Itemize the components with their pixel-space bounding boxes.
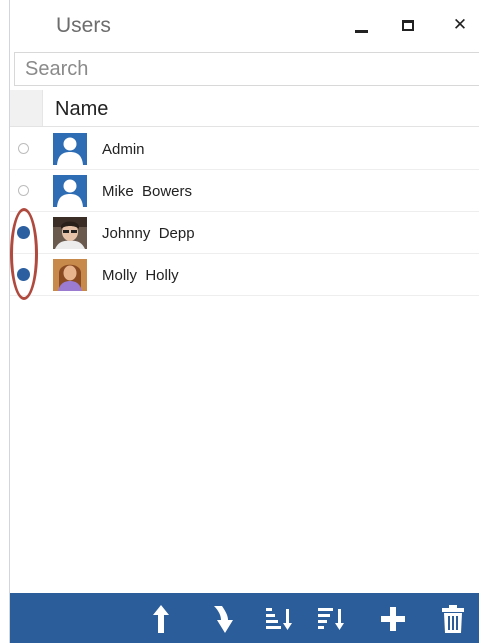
add-button[interactable] xyxy=(376,603,410,635)
bottom-toolbar xyxy=(10,593,479,643)
default-user-icon xyxy=(53,133,87,165)
sort-ascending-button[interactable] xyxy=(262,603,296,635)
row-select-radio[interactable] xyxy=(18,185,29,196)
column-header-name[interactable]: Name xyxy=(55,98,108,121)
user-name: Molly Holly xyxy=(102,267,179,284)
minimize-icon xyxy=(354,29,368,33)
maximize-button[interactable] xyxy=(392,8,424,42)
user-row-johnny-depp[interactable]: Johnny Depp xyxy=(10,212,479,254)
user-row-admin[interactable]: Admin xyxy=(10,128,479,170)
close-icon: ✕ xyxy=(452,15,468,35)
sort-descending-button[interactable] xyxy=(314,603,348,635)
move-down-button[interactable] xyxy=(206,603,240,635)
user-row-mike-bowers[interactable]: Mike Bowers xyxy=(10,170,479,212)
selection-annotation-oval xyxy=(10,208,38,300)
minimize-button[interactable] xyxy=(345,8,377,42)
sort-descending-icon xyxy=(318,608,344,630)
row-selector-header xyxy=(10,90,43,126)
close-button[interactable]: ✕ xyxy=(444,8,476,42)
sort-ascending-icon xyxy=(266,608,292,630)
user-photo xyxy=(53,217,87,249)
user-row-molly-holly[interactable]: Molly Holly xyxy=(10,254,479,296)
add-icon xyxy=(381,607,405,631)
user-photo xyxy=(53,259,87,291)
user-name: Admin xyxy=(102,141,145,158)
user-name: Johnny Depp xyxy=(102,225,195,242)
move-up-icon xyxy=(153,605,169,633)
search-input[interactable] xyxy=(14,52,479,86)
window-title: Users xyxy=(56,14,111,37)
row-select-radio[interactable] xyxy=(18,143,29,154)
default-user-icon xyxy=(53,175,87,207)
move-down-icon xyxy=(214,606,233,633)
users-window: Users ✕ Name Admin xyxy=(9,0,479,643)
user-name: Mike Bowers xyxy=(102,183,193,200)
maximize-icon xyxy=(402,19,414,31)
grid-header: Name xyxy=(10,90,479,127)
delete-icon xyxy=(442,605,464,633)
title-bar: Users ✕ xyxy=(10,0,479,50)
delete-button[interactable] xyxy=(436,603,470,635)
move-up-button[interactable] xyxy=(144,603,178,635)
